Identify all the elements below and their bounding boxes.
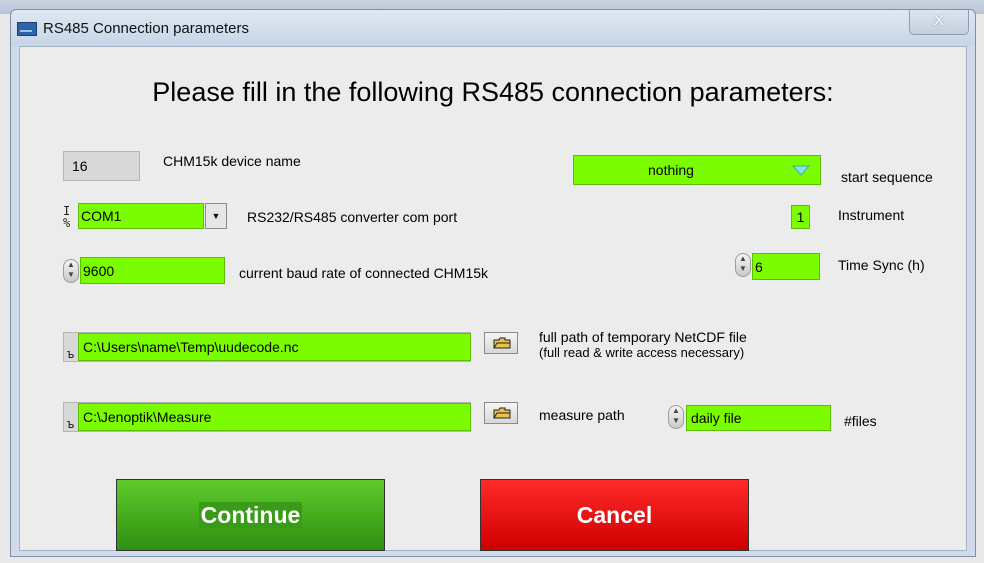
dialog-window: RS485 Connection parameters X Please fil…: [10, 9, 976, 557]
path-icon: ъ: [67, 347, 75, 361]
measure-path-label: measure path: [539, 407, 625, 423]
cancel-button[interactable]: Cancel: [480, 479, 749, 551]
com-port-select[interactable]: COM1: [78, 203, 204, 229]
instrument-field[interactable]: 1: [791, 205, 810, 229]
time-sync-field[interactable]: 6: [752, 253, 820, 280]
dialog-body: Please fill in the following RS485 conne…: [19, 46, 967, 551]
continue-button[interactable]: Continue: [116, 479, 385, 551]
com-port-label: RS232/RS485 converter com port: [247, 209, 458, 225]
netcdf-path-label: full path of temporary NetCDF file (full…: [539, 329, 747, 361]
device-name-label: CHM15k device name: [163, 153, 301, 169]
app-icon: [17, 22, 37, 36]
folder-icon: [493, 407, 511, 419]
baud-rate-field[interactable]: 9600: [80, 257, 225, 284]
browse-measure-button[interactable]: [484, 402, 518, 424]
netcdf-path-field[interactable]: C:\Users\name\Temp\uudecode.nc: [78, 333, 471, 361]
start-sequence-select[interactable]: nothing: [573, 155, 821, 185]
instrument-label: Instrument: [838, 207, 905, 223]
files-spinner[interactable]: ▲ ▼: [668, 405, 684, 429]
close-button[interactable]: X: [909, 10, 969, 35]
folder-icon: [493, 337, 511, 349]
netcdf-label-line2: (full read & write access necessary): [539, 345, 745, 360]
path-icon: ъ: [67, 417, 75, 431]
measure-path-field[interactable]: C:\Jenoptik\Measure: [78, 403, 471, 431]
title-bar[interactable]: RS485 Connection parameters X: [11, 10, 975, 46]
baud-rate-label: current baud rate of connected CHM15k: [239, 265, 489, 281]
window-title: RS485 Connection parameters: [43, 20, 249, 37]
time-sync-spinner[interactable]: ▲ ▼: [735, 253, 751, 277]
measure-path-control: ъ C:\Jenoptik\Measure: [63, 402, 471, 432]
netcdf-label-line1: full path of temporary NetCDF file: [539, 329, 747, 345]
cancel-label: Cancel: [576, 502, 653, 528]
device-name-field[interactable]: 16: [63, 151, 140, 181]
browse-netcdf-button[interactable]: [484, 332, 518, 354]
dropdown-arrow-icon: [792, 165, 810, 176]
baud-rate-spinner[interactable]: ▲ ▼: [63, 259, 79, 283]
files-field[interactable]: daily file: [686, 405, 831, 431]
continue-label: Continue: [198, 502, 303, 528]
files-label: #files: [844, 413, 877, 429]
start-sequence-label: start sequence: [841, 169, 933, 185]
time-sync-label: Time Sync (h): [838, 257, 925, 273]
dropdown-arrow-icon[interactable]: ▼: [205, 203, 227, 229]
io-icon: I%: [63, 204, 71, 230]
page-title: Please fill in the following RS485 conne…: [152, 77, 834, 107]
start-sequence-value: nothing: [648, 162, 694, 178]
netcdf-path-control: ъ C:\Users\name\Temp\uudecode.nc: [63, 332, 471, 362]
